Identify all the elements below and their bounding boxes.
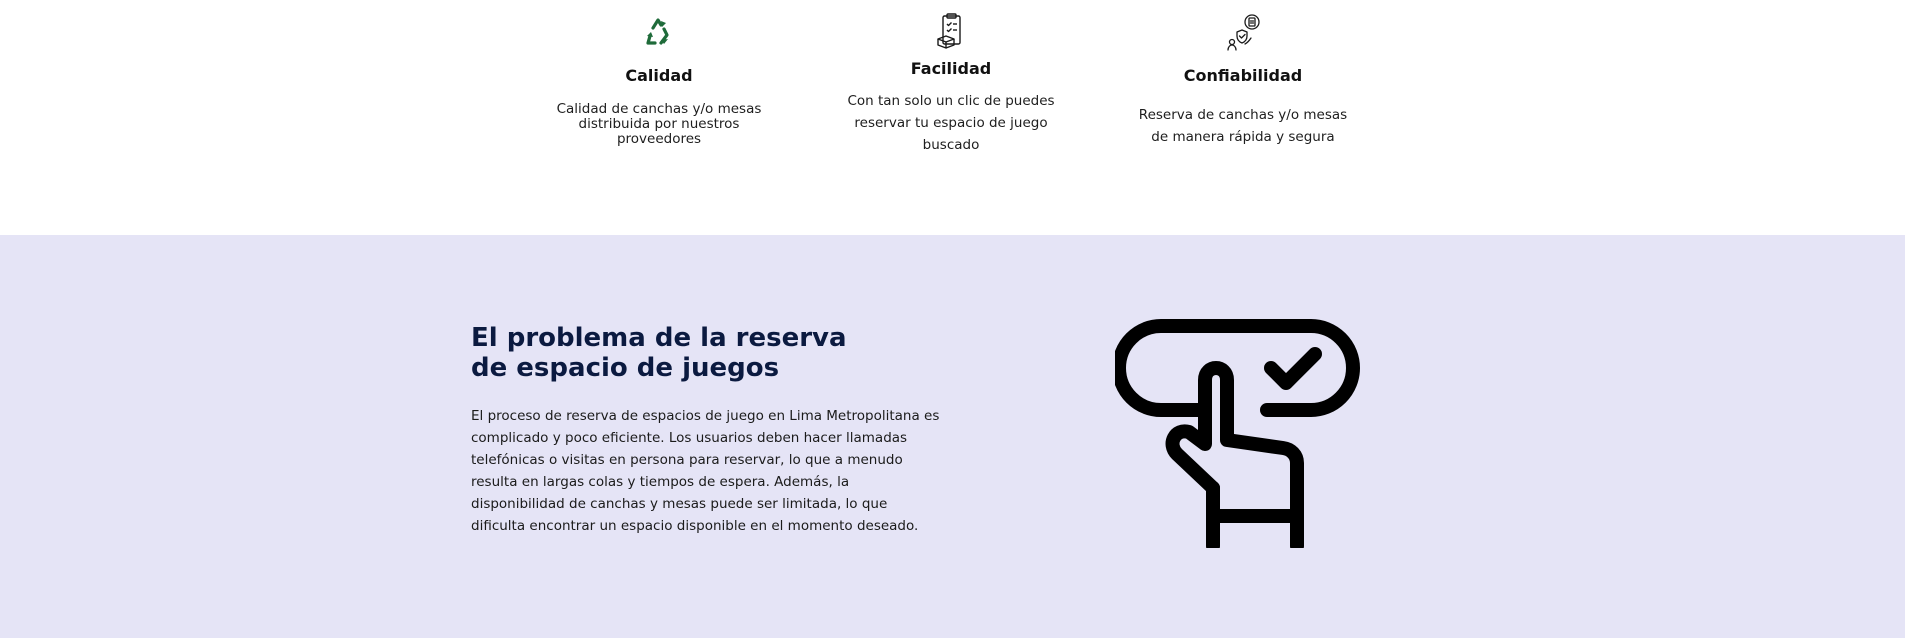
problem-title: El problema de la reserva de espacio de … xyxy=(471,323,847,383)
feature-description: Calidad de canchas y/o mesas distribuida… xyxy=(556,101,762,147)
secure-booking-icon xyxy=(1223,12,1263,52)
recycle-icon xyxy=(639,12,679,52)
hand-touch-check-icon xyxy=(1112,318,1360,553)
feature-title: Facilidad xyxy=(910,59,992,78)
feature-title: Confiabilidad xyxy=(1183,66,1303,85)
features-section: Calidad Calidad de canchas y/o mesas dis… xyxy=(0,0,1905,235)
feature-title: Calidad xyxy=(625,66,693,85)
problem-section: El problema de la reserva de espacio de … xyxy=(0,235,1905,638)
feature-description: Con tan solo un clic de puedes reservar … xyxy=(847,93,1055,153)
problem-description: El proceso de reserva de espacios de jue… xyxy=(471,408,940,534)
checklist-document-icon xyxy=(931,12,971,52)
feature-description: Reserva de canchas y/o mesas de manera r… xyxy=(1138,107,1348,145)
page: Calidad Calidad de canchas y/o mesas dis… xyxy=(0,0,1905,638)
